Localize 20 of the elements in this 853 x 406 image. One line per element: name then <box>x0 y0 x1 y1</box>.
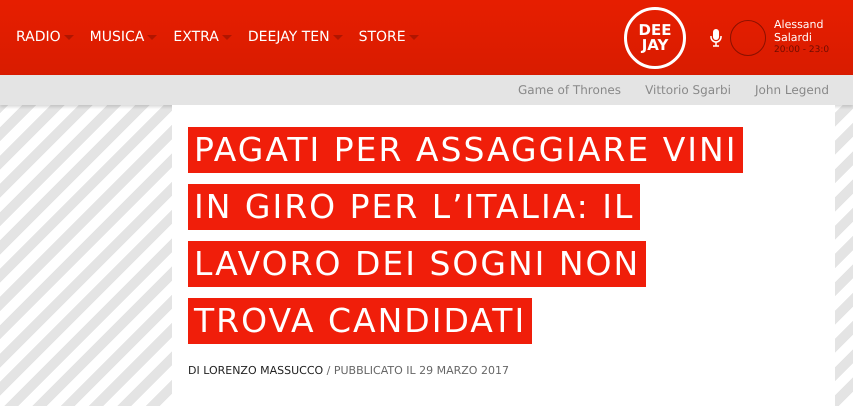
microphone-icon[interactable] <box>710 28 722 46</box>
trending-link[interactable]: Game of Thrones <box>518 81 622 99</box>
nav-link[interactable]: STORE <box>358 27 419 48</box>
publish-date: / PUBBLICATO IL 29 MARZO 2017 <box>326 364 509 377</box>
trending-link[interactable]: John Legend <box>755 81 829 99</box>
host-avatar <box>730 20 766 56</box>
author: DI LORENZO MASSUCCO <box>188 364 324 377</box>
nav-link[interactable]: RADIO <box>16 27 74 48</box>
nav-link[interactable]: EXTRA <box>173 27 232 48</box>
nav-link[interactable]: DEEJAY TEN <box>248 27 343 48</box>
caret-icon <box>222 34 232 40</box>
nav-link[interactable]: MUSICA <box>90 27 158 48</box>
caret-icon <box>147 34 158 40</box>
host-name[interactable]: Alessand Salardi <box>774 18 830 44</box>
caret-icon <box>408 34 419 40</box>
show-time: 20:00 - 23:0 <box>774 44 830 57</box>
caret-icon <box>332 34 343 40</box>
logo[interactable]: DEE JAY <box>624 6 686 68</box>
caret-icon <box>64 34 74 40</box>
trending-link[interactable]: Vittorio Sgarbi <box>645 81 731 99</box>
